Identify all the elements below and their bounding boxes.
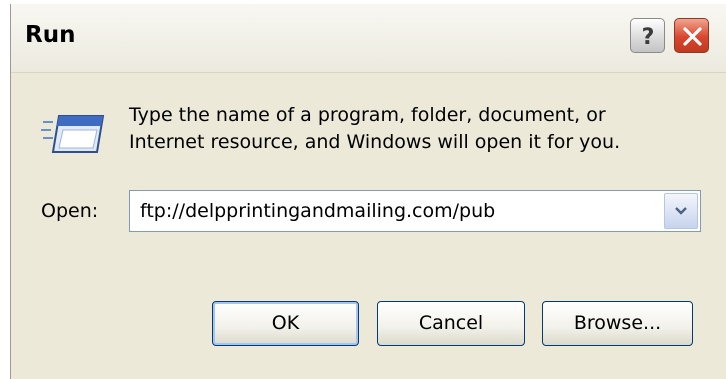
ok-button[interactable]: OK — [212, 301, 359, 346]
cancel-button[interactable]: Cancel — [377, 301, 525, 346]
close-icon — [683, 27, 702, 46]
description-line-2: Internet resource, and Windows will open… — [129, 131, 621, 153]
chevron-down-icon — [675, 207, 687, 215]
browse-button[interactable]: Browse... — [542, 301, 693, 346]
description-text: Type the name of a program, folder, docu… — [129, 102, 689, 156]
open-combobox[interactable] — [129, 190, 701, 232]
window-title: Run — [25, 22, 76, 48]
help-button[interactable]: ? — [630, 18, 665, 53]
open-label: Open: — [41, 200, 99, 222]
open-dropdown-button[interactable] — [664, 193, 698, 229]
title-bar[interactable]: Run ? — [11, 4, 726, 73]
close-button[interactable] — [674, 18, 709, 53]
run-program-icon — [41, 115, 105, 153]
help-icon: ? — [642, 25, 655, 50]
run-dialog: Run ? Type the name of a program, folder… — [10, 4, 726, 379]
description-line-1: Type the name of a program, folder, docu… — [129, 104, 606, 126]
svg-text:?: ? — [642, 25, 655, 50]
open-input[interactable] — [130, 191, 656, 231]
